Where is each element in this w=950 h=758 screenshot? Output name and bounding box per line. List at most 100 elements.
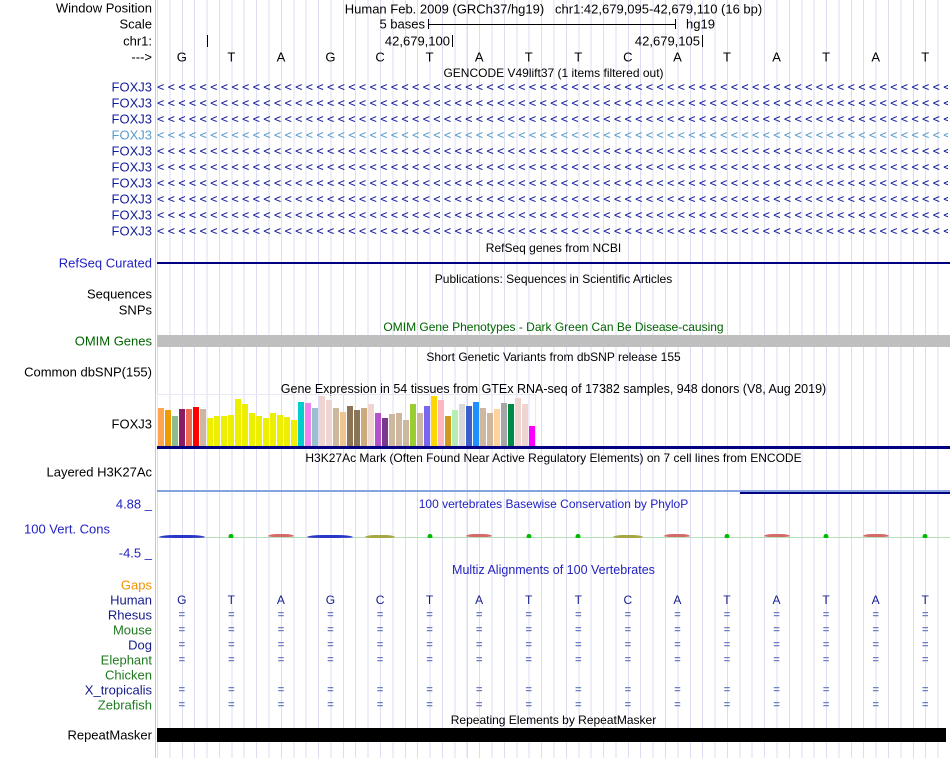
gtex-tissue-bar[interactable] bbox=[340, 412, 346, 446]
phylop-mark-red bbox=[862, 534, 889, 537]
gtex-tissue-bar[interactable] bbox=[158, 408, 164, 446]
gene-transcript-row[interactable]: <<<<<<<<<<<<<<<<<<<<<<<<<<<<<<<<<<<<<<<<… bbox=[157, 129, 948, 141]
gene-transcript-row[interactable]: <<<<<<<<<<<<<<<<<<<<<<<<<<<<<<<<<<<<<<<<… bbox=[157, 161, 948, 173]
gene-label-foxj3[interactable]: FOXJ3 bbox=[112, 224, 152, 239]
gtex-tissue-bar[interactable] bbox=[361, 408, 367, 446]
multiz-human-base: C bbox=[623, 593, 633, 607]
gtex-tissue-bar[interactable] bbox=[445, 416, 451, 446]
omim-genes-label[interactable]: OMIM Genes bbox=[75, 334, 152, 349]
gtex-tissue-bar[interactable] bbox=[424, 406, 430, 446]
gtex-tissue-bar[interactable] bbox=[256, 416, 262, 446]
gene-transcript-row[interactable]: <<<<<<<<<<<<<<<<<<<<<<<<<<<<<<<<<<<<<<<<… bbox=[157, 193, 948, 205]
gene-label-foxj3[interactable]: FOXJ3 bbox=[112, 80, 152, 95]
gtex-tissue-bar[interactable] bbox=[417, 413, 423, 446]
multiz-species-label[interactable]: Mouse bbox=[113, 623, 152, 638]
gtex-tissue-bar[interactable] bbox=[438, 400, 444, 446]
gtex-tissue-bar[interactable] bbox=[228, 415, 234, 446]
gtex-tissue-bar[interactable] bbox=[165, 410, 171, 446]
gtex-tissue-bar[interactable] bbox=[375, 413, 381, 446]
gtex-gene-model-line[interactable] bbox=[157, 446, 950, 449]
gtex-tissue-bar[interactable] bbox=[284, 417, 290, 446]
publications-sequences-label[interactable]: Sequences bbox=[87, 287, 152, 302]
gtex-tissue-bar[interactable] bbox=[466, 406, 472, 446]
gtex-tissue-bar[interactable] bbox=[207, 418, 213, 446]
multiz-species-label[interactable]: Chicken bbox=[105, 668, 152, 683]
multiz-match-mark: = bbox=[277, 684, 285, 696]
layered-h3k27ac-label[interactable]: Layered H3K27Ac bbox=[46, 465, 152, 480]
gene-transcript-row[interactable]: <<<<<<<<<<<<<<<<<<<<<<<<<<<<<<<<<<<<<<<<… bbox=[157, 145, 948, 157]
gene-label-foxj3[interactable]: FOXJ3 bbox=[112, 112, 152, 127]
gtex-tissue-bar[interactable] bbox=[326, 400, 332, 446]
gtex-tissue-bar[interactable] bbox=[508, 404, 514, 446]
gtex-tissue-bar[interactable] bbox=[333, 408, 339, 446]
gene-transcript-row[interactable]: <<<<<<<<<<<<<<<<<<<<<<<<<<<<<<<<<<<<<<<<… bbox=[157, 177, 948, 189]
gtex-tissue-bar[interactable] bbox=[487, 413, 493, 446]
repeatmasker-label[interactable]: RepeatMasker bbox=[67, 728, 152, 743]
gtex-tissue-bar[interactable] bbox=[522, 404, 528, 446]
gene-transcript-row[interactable]: <<<<<<<<<<<<<<<<<<<<<<<<<<<<<<<<<<<<<<<<… bbox=[157, 81, 948, 93]
conservation-track-label[interactable]: 100 Vert. Cons bbox=[24, 522, 110, 537]
gtex-tissue-bar[interactable] bbox=[403, 420, 409, 446]
gtex-tissue-bar[interactable] bbox=[263, 418, 269, 446]
multiz-species-label[interactable]: X_tropicalis bbox=[85, 683, 152, 698]
gtex-tissue-bar[interactable] bbox=[529, 426, 535, 446]
gtex-tissue-bar[interactable] bbox=[396, 413, 402, 446]
gtex-tissue-bar[interactable] bbox=[305, 403, 311, 446]
gtex-tissue-bar[interactable] bbox=[319, 396, 325, 446]
multiz-species-label[interactable]: Elephant bbox=[101, 653, 152, 668]
gene-label-foxj3[interactable]: FOXJ3 bbox=[112, 160, 152, 175]
gene-transcript-row[interactable]: <<<<<<<<<<<<<<<<<<<<<<<<<<<<<<<<<<<<<<<<… bbox=[157, 209, 948, 221]
gene-label-foxj3[interactable]: FOXJ3 bbox=[112, 128, 152, 143]
gtex-gene-label[interactable]: FOXJ3 bbox=[112, 417, 152, 432]
omim-gene-bar[interactable] bbox=[157, 335, 950, 347]
gtex-tissue-bar[interactable] bbox=[515, 398, 521, 446]
gtex-tissue-bar[interactable] bbox=[242, 404, 248, 446]
gtex-tissue-bar[interactable] bbox=[277, 415, 283, 446]
ruler-base-letter: A bbox=[276, 49, 286, 65]
gtex-tissue-bar[interactable] bbox=[431, 396, 437, 446]
gtex-tissue-bar[interactable] bbox=[354, 410, 360, 446]
gene-label-foxj3[interactable]: FOXJ3 bbox=[112, 192, 152, 207]
refseq-curated-label[interactable]: RefSeq Curated bbox=[59, 256, 152, 271]
gene-label-foxj3[interactable]: FOXJ3 bbox=[112, 96, 152, 111]
gtex-tissue-bar[interactable] bbox=[410, 404, 416, 446]
gtex-tissue-bar[interactable] bbox=[291, 420, 297, 446]
gtex-tissue-bar[interactable] bbox=[368, 404, 374, 446]
gtex-tissue-bar[interactable] bbox=[459, 404, 465, 446]
gene-label-foxj3[interactable]: FOXJ3 bbox=[112, 176, 152, 191]
gene-label-foxj3[interactable]: FOXJ3 bbox=[112, 208, 152, 223]
gtex-tissue-bar[interactable] bbox=[235, 399, 241, 446]
gtex-tissue-bar[interactable] bbox=[382, 418, 388, 446]
gtex-tissue-bar[interactable] bbox=[179, 409, 185, 446]
multiz-species-label[interactable]: Dog bbox=[128, 638, 152, 653]
gtex-tissue-bar[interactable] bbox=[452, 410, 458, 446]
gtex-tissue-bar[interactable] bbox=[347, 406, 353, 446]
gtex-tissue-bar[interactable] bbox=[501, 403, 507, 446]
multiz-species-label[interactable]: Human bbox=[110, 593, 152, 608]
multiz-species-label[interactable]: Rhesus bbox=[108, 608, 152, 623]
multiz-match-mark: = bbox=[178, 699, 185, 711]
gtex-tissue-bar[interactable] bbox=[473, 402, 479, 446]
gtex-tissue-bar[interactable] bbox=[389, 414, 395, 446]
gtex-tissue-bar[interactable] bbox=[221, 416, 227, 446]
publications-snps-label[interactable]: SNPs bbox=[119, 303, 152, 318]
gtex-tissue-bar[interactable] bbox=[172, 416, 178, 446]
gene-transcript-row[interactable]: <<<<<<<<<<<<<<<<<<<<<<<<<<<<<<<<<<<<<<<<… bbox=[157, 97, 948, 109]
gtex-tissue-bar[interactable] bbox=[200, 409, 206, 446]
multiz-species-label[interactable]: Zebrafish bbox=[98, 698, 152, 713]
gene-label-foxj3[interactable]: FOXJ3 bbox=[112, 144, 152, 159]
common-dbsnp-label[interactable]: Common dbSNP(155) bbox=[24, 365, 152, 380]
repeatmasker-element-bar[interactable] bbox=[157, 728, 946, 742]
gtex-tissue-bar[interactable] bbox=[270, 413, 276, 446]
refseq-gene-line[interactable] bbox=[157, 262, 950, 264]
gtex-tissue-bar[interactable] bbox=[249, 413, 255, 446]
gtex-tissue-bar[interactable] bbox=[494, 409, 500, 446]
gtex-tissue-bar[interactable] bbox=[312, 408, 318, 446]
gtex-tissue-bar[interactable] bbox=[186, 409, 192, 446]
gtex-tissue-bar[interactable] bbox=[480, 408, 486, 446]
gene-transcript-row[interactable]: <<<<<<<<<<<<<<<<<<<<<<<<<<<<<<<<<<<<<<<<… bbox=[157, 225, 948, 237]
gtex-tissue-bar[interactable] bbox=[193, 407, 199, 446]
gene-transcript-row[interactable]: <<<<<<<<<<<<<<<<<<<<<<<<<<<<<<<<<<<<<<<<… bbox=[157, 113, 948, 125]
gtex-tissue-bar[interactable] bbox=[214, 416, 220, 446]
gtex-tissue-bar[interactable] bbox=[298, 402, 304, 446]
